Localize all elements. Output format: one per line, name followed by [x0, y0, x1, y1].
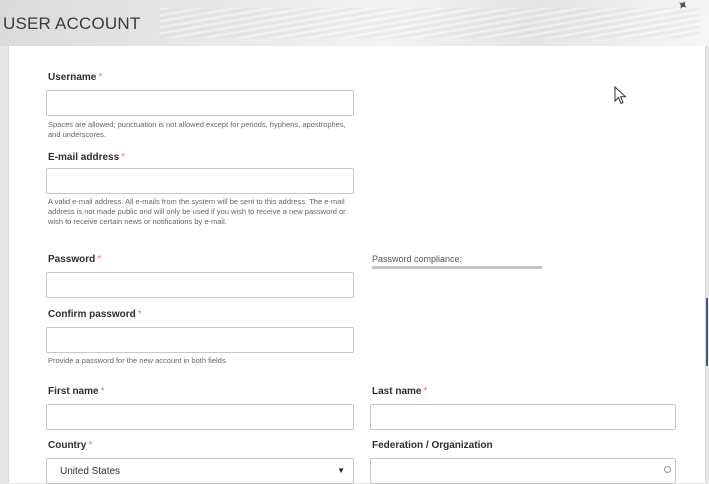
email-input[interactable] [46, 168, 354, 194]
required-marker: * [100, 386, 105, 397]
confirm-password-input[interactable] [46, 327, 354, 353]
required-marker: * [88, 440, 93, 451]
page-title: USER ACCOUNT [3, 14, 141, 33]
first-name-label: First name * [48, 386, 105, 397]
circle-icon [664, 466, 671, 473]
username-input[interactable] [46, 90, 354, 116]
password-label: Password * [48, 254, 102, 265]
required-marker: * [121, 152, 126, 163]
page-header: ✦ USER ACCOUNT [0, 0, 709, 46]
header-background-texture [160, 8, 700, 38]
country-selected-value: United States [60, 466, 121, 477]
required-marker: * [98, 72, 103, 83]
password-compliance-meter [372, 266, 542, 269]
window-edge-accent [706, 298, 708, 366]
federation-input[interactable] [370, 458, 676, 484]
confirm-password-help-text: Provide a password for the new account i… [48, 356, 228, 365]
password-input[interactable] [46, 272, 354, 298]
last-name-label: Last name * [372, 386, 428, 397]
country-label: Country * [48, 440, 93, 451]
username-label: Username * [48, 72, 103, 83]
last-name-input[interactable] [370, 404, 676, 430]
email-help-text: A valid e-mail address. All e-mails from… [48, 197, 346, 226]
password-compliance-label: Password compliance: [372, 254, 463, 264]
email-label: E-mail address * [48, 152, 126, 163]
first-name-input[interactable] [46, 404, 354, 430]
confirm-password-label: Confirm password * [48, 309, 142, 320]
mouse-pointer-icon [614, 86, 627, 105]
chevron-down-icon: ▼ [337, 466, 345, 475]
username-help-text: Spaces are allowed; punctuation is not a… [48, 120, 346, 139]
federation-label: Federation / Organization [372, 440, 493, 451]
required-marker: * [137, 309, 142, 320]
country-select[interactable]: United States ▼ [46, 458, 354, 484]
required-marker: * [97, 254, 102, 265]
required-marker: * [423, 386, 428, 397]
